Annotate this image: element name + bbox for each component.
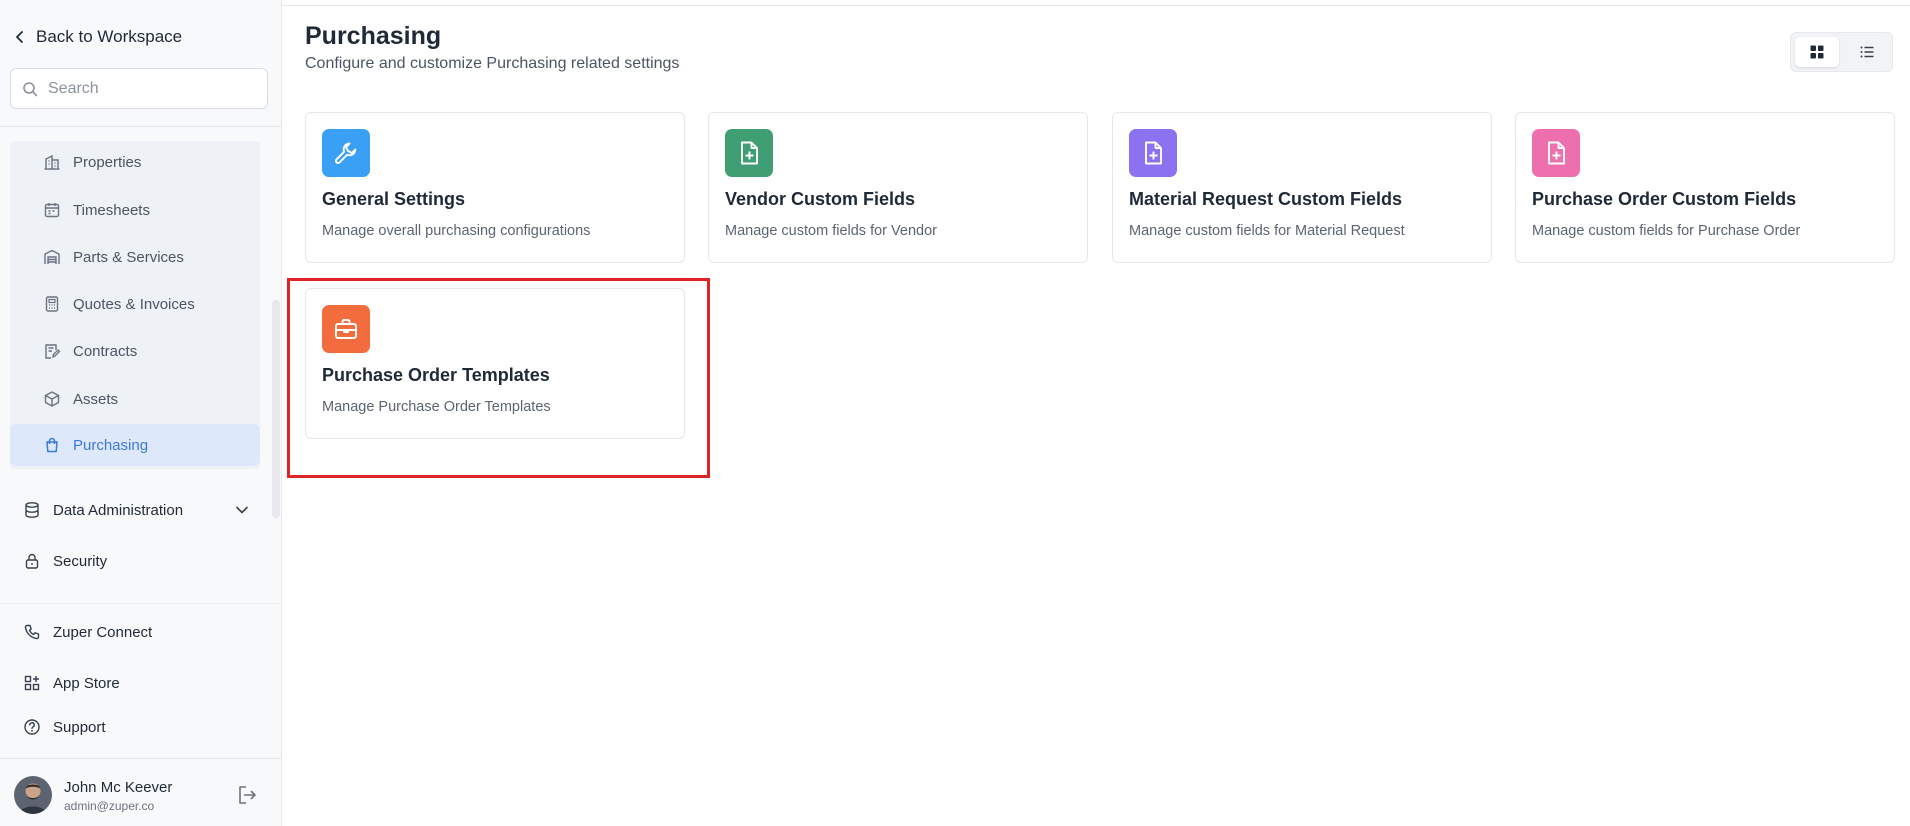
back-to-workspace-link[interactable]: Back to Workspace	[14, 24, 182, 50]
card-title: Purchase Order Templates	[322, 365, 550, 385]
search-box[interactable]	[10, 68, 268, 109]
sidebar-item-app-store[interactable]: App Store	[0, 661, 265, 705]
warehouse-icon	[44, 249, 60, 264]
logout-icon[interactable]	[236, 784, 258, 806]
lock-icon	[25, 553, 39, 569]
grid-icon	[1810, 45, 1824, 59]
chevron-down-icon[interactable]	[235, 503, 249, 517]
sidebar-item-properties[interactable]: Properties	[10, 141, 260, 183]
sidebar-item-label: Zuper Connect	[53, 623, 153, 641]
sidebar-item-timesheets[interactable]: Timesheets	[10, 189, 260, 231]
sidebar-scrollbar[interactable]	[272, 300, 280, 518]
card-description: Manage overall purchasing configurations	[322, 223, 591, 239]
file-plus-icon	[1145, 141, 1162, 165]
card-description: Manage custom fields for Material Reques…	[1129, 223, 1405, 239]
file-plus-icon	[741, 141, 758, 165]
divider	[0, 126, 282, 127]
contract-icon	[45, 344, 61, 359]
card-general-settings[interactable]: General Settings Manage overall purchasi…	[305, 112, 685, 263]
sidebar-item-zuper-connect[interactable]: Zuper Connect	[0, 610, 265, 654]
sidebar-item-label: Parts & Services	[73, 248, 184, 266]
database-icon	[25, 502, 39, 518]
card-title: Material Request Custom Fields	[1129, 189, 1403, 209]
list-icon	[1860, 46, 1874, 58]
sidebar-item-security[interactable]: Security	[0, 539, 265, 583]
sidebar-item-label: Support	[53, 718, 106, 736]
page-title: Purchasing	[305, 22, 442, 50]
sidebar-item-data-administration[interactable]: Data Administration	[0, 488, 265, 532]
file-plus-icon	[1548, 141, 1565, 165]
user-name: John Mc Keever	[64, 779, 173, 796]
help-circle-icon	[24, 719, 40, 735]
phone-icon	[24, 624, 40, 640]
sidebar-item-label: Quotes & Invoices	[73, 295, 195, 313]
card-icon-box	[1129, 129, 1177, 177]
sidebar-item-label: Purchasing	[73, 436, 149, 454]
calculator-icon	[45, 296, 59, 312]
calendar-icon	[44, 203, 60, 218]
sidebar-item-parts-services[interactable]: Parts & Services	[10, 236, 260, 278]
sidebar-item-label: Security	[53, 552, 108, 570]
chevron-left-icon	[16, 31, 23, 43]
card-title: General Settings	[322, 189, 466, 209]
sidebar-item-label: Contracts	[73, 342, 138, 360]
card-material-request-custom-fields[interactable]: Material Request Custom Fields Manage cu…	[1112, 112, 1492, 263]
list-view-button[interactable]	[1845, 37, 1889, 67]
back-label: Back to Workspace	[36, 27, 183, 46]
search-input[interactable]	[48, 79, 248, 98]
top-border	[282, 0, 1910, 6]
card-icon-box	[322, 305, 370, 353]
cube-icon	[44, 391, 60, 407]
grid-view-button[interactable]	[1795, 37, 1839, 67]
search-icon	[23, 81, 38, 96]
sidebar-item-quotes-invoices[interactable]: Quotes & Invoices	[10, 283, 260, 325]
sidebar: Back to Workspace Properties Timesheets …	[0, 0, 282, 826]
wrench-icon	[335, 142, 357, 164]
user-email: admin@zuper.co	[64, 799, 155, 813]
sidebar-item-label: Timesheets	[73, 201, 150, 219]
sidebar-item-label: Data Administration	[53, 501, 184, 519]
divider	[0, 603, 282, 604]
avatar	[14, 776, 52, 814]
view-toggle	[1790, 32, 1893, 72]
sidebar-item-purchasing[interactable]: Purchasing	[10, 424, 260, 466]
sidebar-item-label: Properties	[73, 153, 142, 171]
sidebar-item-assets[interactable]: Assets	[10, 378, 260, 420]
sidebar-item-label: Assets	[73, 390, 119, 408]
sidebar-item-label: App Store	[53, 674, 120, 692]
card-title: Vendor Custom Fields	[725, 189, 916, 209]
sidebar-item-contracts[interactable]: Contracts	[10, 330, 260, 372]
card-purchase-order-custom-fields[interactable]: Purchase Order Custom Fields Manage cust…	[1515, 112, 1895, 263]
card-icon-box	[725, 129, 773, 177]
card-vendor-custom-fields[interactable]: Vendor Custom Fields Manage custom field…	[708, 112, 1088, 263]
shopping-bag-icon	[46, 437, 58, 453]
card-description: Manage custom fields for Vendor	[725, 223, 937, 239]
page-subtitle: Configure and customize Purchasing relat…	[305, 55, 680, 72]
card-description: Manage Purchase Order Templates	[322, 399, 551, 415]
sidebar-item-support[interactable]: Support	[0, 705, 265, 749]
card-icon-box	[1532, 129, 1580, 177]
card-description: Manage custom fields for Purchase Order	[1532, 223, 1801, 239]
divider	[0, 758, 282, 759]
apps-icon	[24, 675, 40, 691]
card-purchase-order-templates[interactable]: Purchase Order Templates Manage Purchase…	[305, 288, 685, 439]
briefcase-icon	[335, 319, 357, 339]
card-icon-box	[322, 129, 370, 177]
card-title: Purchase Order Custom Fields	[1532, 189, 1797, 209]
building-icon	[44, 154, 60, 170]
